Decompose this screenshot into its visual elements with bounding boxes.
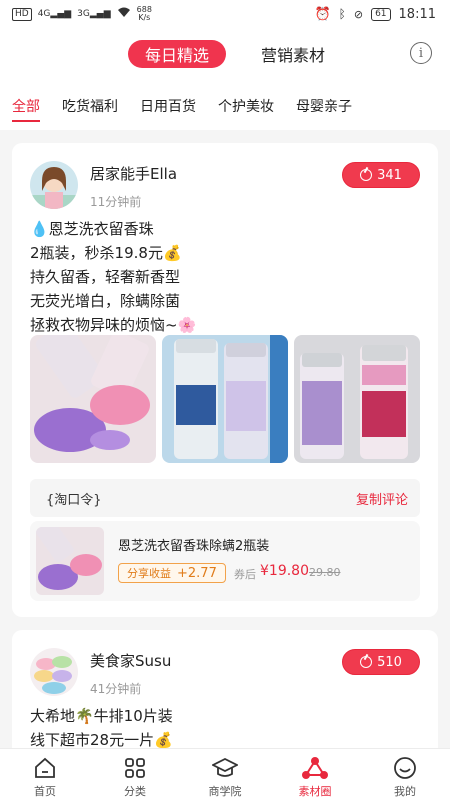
category-tab-baby[interactable]: 母婴亲子 bbox=[296, 78, 352, 130]
taokouling-row: {淘口令} 复制评论 bbox=[30, 479, 420, 517]
signal-4g-icon: 4G▂▄▆ bbox=[37, 9, 72, 19]
post-text-line: 💧恩芝洗衣留香珠 bbox=[30, 220, 154, 238]
share-count: 341 bbox=[377, 167, 402, 183]
post-text-line: 无荧光增白，除螨除菌 bbox=[30, 292, 181, 310]
post-text-line: 线下超市28元一片💰 bbox=[30, 731, 173, 748]
post-image[interactable] bbox=[294, 335, 420, 463]
post-card: 居家能手Ella 11分钟前 341 💧恩芝洗衣留香珠 2瓶装，秒杀19.8元💰… bbox=[12, 143, 438, 617]
post-time: 41分钟前 bbox=[90, 682, 142, 696]
category-tabs: 全部 吃货福利 日用百货 个护美妆 母婴亲子 bbox=[0, 78, 450, 130]
tab-category[interactable]: 分类 bbox=[90, 749, 180, 800]
graduation-cap-icon bbox=[212, 755, 238, 781]
category-tab-beauty[interactable]: 个护美妆 bbox=[218, 78, 274, 130]
share-earnings-badge: 分享收益 +2.77 bbox=[118, 563, 226, 583]
post-text: 大希地🌴牛排10片装 线下超市28元一片💰 bbox=[30, 704, 420, 748]
clock: 18:11 bbox=[398, 6, 436, 22]
network-speed: 688 K/s bbox=[136, 5, 152, 22]
taokouling-label: {淘口令} bbox=[46, 493, 102, 508]
avatar[interactable] bbox=[30, 161, 78, 209]
post-text: 💧恩芝洗衣留香珠 2瓶装，秒杀19.8元💰 持久留香，轻奢新香型 无荧光增白，除… bbox=[30, 217, 420, 337]
grid-icon bbox=[122, 755, 148, 781]
category-tab-all[interactable]: 全部 bbox=[12, 78, 40, 130]
post-card: 美食家Susu 41分钟前 510 大希地🌴牛排10片装 线下超市28元一片💰 bbox=[12, 630, 438, 748]
post-image[interactable] bbox=[30, 335, 156, 463]
smiley-icon bbox=[392, 755, 418, 781]
tab-home[interactable]: 首页 bbox=[0, 749, 90, 800]
post-text-line: 持久留香，轻奢新香型 bbox=[30, 268, 181, 286]
product-card[interactable]: 恩芝洗衣留香珠除螨2瓶装 分享收益 +2.77 券后 ¥19.80 29.80 bbox=[30, 521, 420, 601]
post-text-line: 2瓶装，秒杀19.8元💰 bbox=[30, 244, 182, 262]
wifi-icon bbox=[117, 7, 131, 21]
post-text-line: 拯救衣物异味的烦恼~🌸 bbox=[30, 316, 197, 334]
bottom-tab-bar: 首页 分类 商学院 素材圈 我的 bbox=[0, 748, 450, 800]
signal-3g-icon: 3G▂▄▆ bbox=[77, 9, 111, 19]
info-icon[interactable]: i bbox=[410, 42, 432, 64]
copy-comment-button[interactable]: 复制评论 bbox=[356, 489, 408, 508]
tab-academy[interactable]: 商学院 bbox=[180, 749, 270, 800]
original-price: 29.80 bbox=[309, 566, 341, 579]
top-header: 每日精选 营销素材 i bbox=[0, 28, 450, 78]
coupon-label: 券后 bbox=[234, 568, 256, 581]
earnings-label: 分享收益 bbox=[127, 567, 171, 580]
category-tab-food[interactable]: 吃货福利 bbox=[62, 78, 118, 130]
category-tab-daily-goods[interactable]: 日用百货 bbox=[140, 78, 196, 130]
vibrate-icon: ⊘ bbox=[353, 7, 364, 21]
battery-indicator: 61 bbox=[371, 7, 391, 21]
tab-label: 分类 bbox=[124, 785, 146, 798]
post-text-line: 大希地🌴牛排10片装 bbox=[30, 707, 173, 725]
segment-marketing-material[interactable]: 营销素材 bbox=[248, 40, 338, 68]
tab-label: 素材圈 bbox=[298, 785, 332, 798]
share-count: 510 bbox=[377, 654, 402, 670]
share-count-button[interactable]: 341 bbox=[342, 162, 420, 188]
feed[interactable]: 居家能手Ella 11分钟前 341 💧恩芝洗衣留香珠 2瓶装，秒杀19.8元💰… bbox=[0, 130, 450, 748]
tab-label: 我的 bbox=[394, 785, 416, 798]
avatar[interactable] bbox=[30, 648, 78, 696]
share-count-button[interactable]: 510 bbox=[342, 649, 420, 675]
segment-daily-picks[interactable]: 每日精选 bbox=[128, 40, 226, 68]
home-icon bbox=[32, 755, 58, 781]
author-name[interactable]: 居家能手Ella bbox=[90, 163, 177, 184]
post-image[interactable] bbox=[162, 335, 288, 463]
hd-indicator: HD bbox=[12, 7, 32, 21]
share-circle-icon bbox=[302, 755, 328, 781]
tab-label: 首页 bbox=[34, 785, 56, 798]
share-icon bbox=[360, 169, 373, 181]
bluetooth-icon: ᛒ bbox=[338, 7, 346, 21]
product-thumbnail[interactable] bbox=[36, 527, 104, 595]
tab-label: 商学院 bbox=[208, 785, 242, 798]
product-title[interactable]: 恩芝洗衣留香珠除螨2瓶装 bbox=[118, 535, 269, 554]
share-icon bbox=[360, 656, 373, 668]
tab-material-circle[interactable]: 素材圈 bbox=[270, 749, 360, 800]
tab-mine[interactable]: 我的 bbox=[360, 749, 450, 800]
status-bar: HD 4G▂▄▆ 3G▂▄▆ 688 K/s ⏰ ᛒ ⊘ 61 18:11 bbox=[0, 0, 450, 28]
author-name[interactable]: 美食家Susu bbox=[90, 650, 171, 671]
alarm-icon: ⏰ bbox=[314, 6, 331, 22]
product-price: ¥19.80 bbox=[260, 563, 309, 579]
post-time: 11分钟前 bbox=[90, 195, 142, 209]
earnings-amount: +2.77 bbox=[177, 565, 217, 581]
